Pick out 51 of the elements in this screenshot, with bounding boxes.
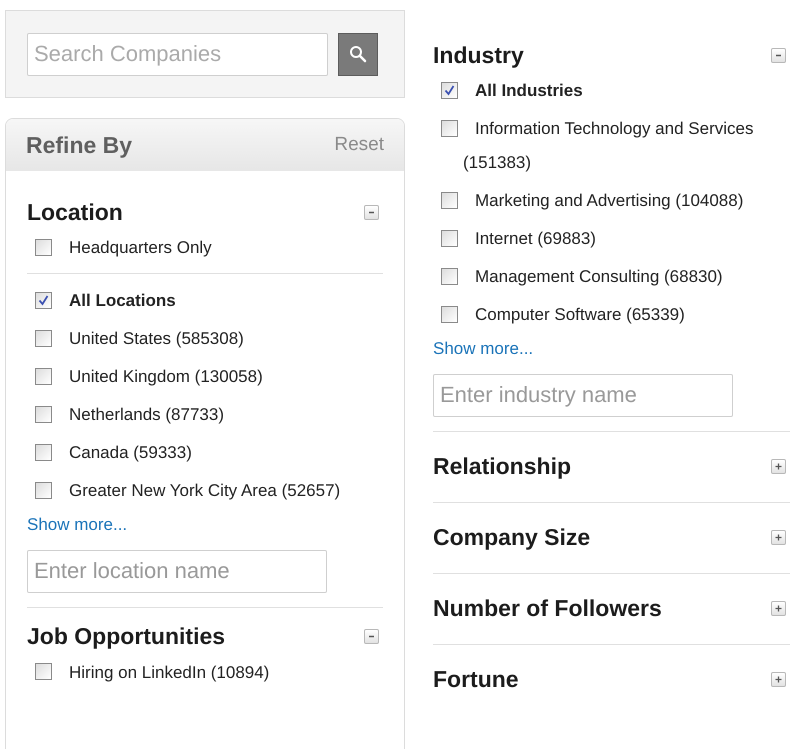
panel-title: Refine By <box>26 130 132 160</box>
option-label: Canada (59333) <box>69 443 192 462</box>
option-label: All Industries <box>475 81 583 100</box>
search-button[interactable] <box>338 32 378 76</box>
filter-field[interactable]: Enter industry name <box>433 374 733 416</box>
option-label: Internet (69883) <box>475 229 596 248</box>
expand-icon[interactable] <box>771 672 786 687</box>
checkbox[interactable] <box>35 444 52 461</box>
checkbox[interactable] <box>35 663 52 680</box>
option-label: Information Technology and Services (151383) <box>463 119 754 172</box>
checkbox[interactable] <box>35 330 52 347</box>
section-title: Fortune <box>433 665 519 694</box>
show-more-link[interactable]: Show more... <box>27 512 383 538</box>
option-label: United Kingdom (130058) <box>69 367 263 386</box>
checkbox[interactable] <box>35 238 52 256</box>
search-field[interactable]: Search Companies <box>27 32 328 76</box>
checkbox[interactable] <box>441 82 458 99</box>
checkbox[interactable] <box>441 192 458 209</box>
collapse-icon[interactable] <box>364 629 379 644</box>
option-label: Marketing and Advertising (104088) <box>475 191 744 210</box>
option-label: United States (585308) <box>69 329 244 348</box>
filter-field[interactable]: Enter location name <box>27 550 327 592</box>
expand-icon[interactable] <box>771 459 786 474</box>
section-title: Number of Followers <box>433 594 662 624</box>
reset-link[interactable]: Reset <box>334 130 384 160</box>
section-title: Company Size <box>433 523 590 552</box>
collapse-icon[interactable] <box>364 204 379 220</box>
checkbox[interactable] <box>35 406 52 423</box>
expand-icon[interactable] <box>771 601 786 616</box>
checkbox[interactable] <box>441 230 458 247</box>
section-title: Job Opportunities <box>27 622 226 652</box>
show-more-link[interactable]: Show more... <box>433 336 790 362</box>
section-title: Relationship <box>433 452 572 482</box>
section-title: Industry <box>433 40 524 70</box>
option-label: Management Consulting (68830) <box>475 267 723 286</box>
collapse-icon[interactable] <box>771 48 786 62</box>
option-label: Greater New York City Area (52657) <box>69 481 340 500</box>
checkbox[interactable] <box>441 120 458 137</box>
option-label: Hiring on LinkedIn (10894) <box>69 662 270 682</box>
option-label: Netherlands (87733) <box>69 405 224 424</box>
checkbox[interactable] <box>35 368 52 385</box>
expand-icon[interactable] <box>771 530 786 545</box>
option-label: Computer Software (65339) <box>475 305 685 324</box>
search-icon <box>349 45 367 63</box>
checkbox[interactable] <box>35 482 52 499</box>
section-title: Location <box>27 198 123 227</box>
checkbox[interactable] <box>441 268 458 285</box>
option-label: Headquarters Only <box>69 238 212 257</box>
checkbox[interactable] <box>441 306 458 323</box>
option-label: All Locations <box>69 291 176 310</box>
checkbox[interactable] <box>35 292 52 309</box>
